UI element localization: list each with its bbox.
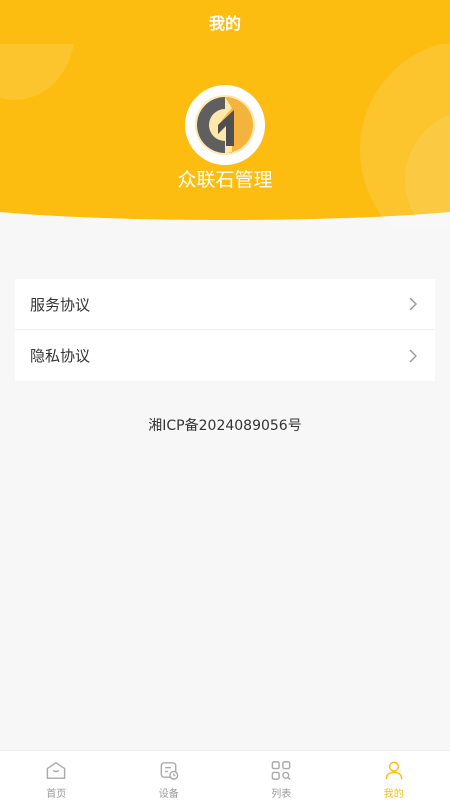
tab-label: 我的 [383,789,404,800]
tab-device[interactable]: 设备 [113,751,226,800]
tab-home[interactable]: 首页 [0,751,113,800]
settings-menu: 服务协议 隐私协议 [15,279,435,381]
tab-label: 列表 [271,789,292,800]
home-icon [46,761,66,779]
device-icon [160,762,179,780]
list-icon [271,761,291,781]
chevron-right-icon [409,297,417,311]
bottom-tab-bar: 首页 设备 列表 我的 [0,750,450,800]
logo-icon [195,95,255,155]
menu-item-label: 服务协议 [30,295,91,314]
menu-item-privacy-agreement[interactable]: 隐私协议 [15,330,435,381]
page-title: 我的 [0,0,450,44]
menu-item-label: 隐私协议 [30,347,91,365]
user-icon [385,761,403,780]
brand-name: 众联石管理 [177,169,273,191]
tab-label: 首页 [46,789,67,800]
tab-label: 设备 [158,789,179,800]
icp-license-link[interactable]: 湘ICP备2024089056号 [0,415,450,435]
menu-item-service-agreement[interactable]: 服务协议 [15,279,435,330]
chevron-right-icon [409,349,417,362]
brand-logo [185,85,265,165]
tab-list[interactable]: 列表 [225,751,338,800]
tab-mine[interactable]: 我的 [338,751,450,800]
